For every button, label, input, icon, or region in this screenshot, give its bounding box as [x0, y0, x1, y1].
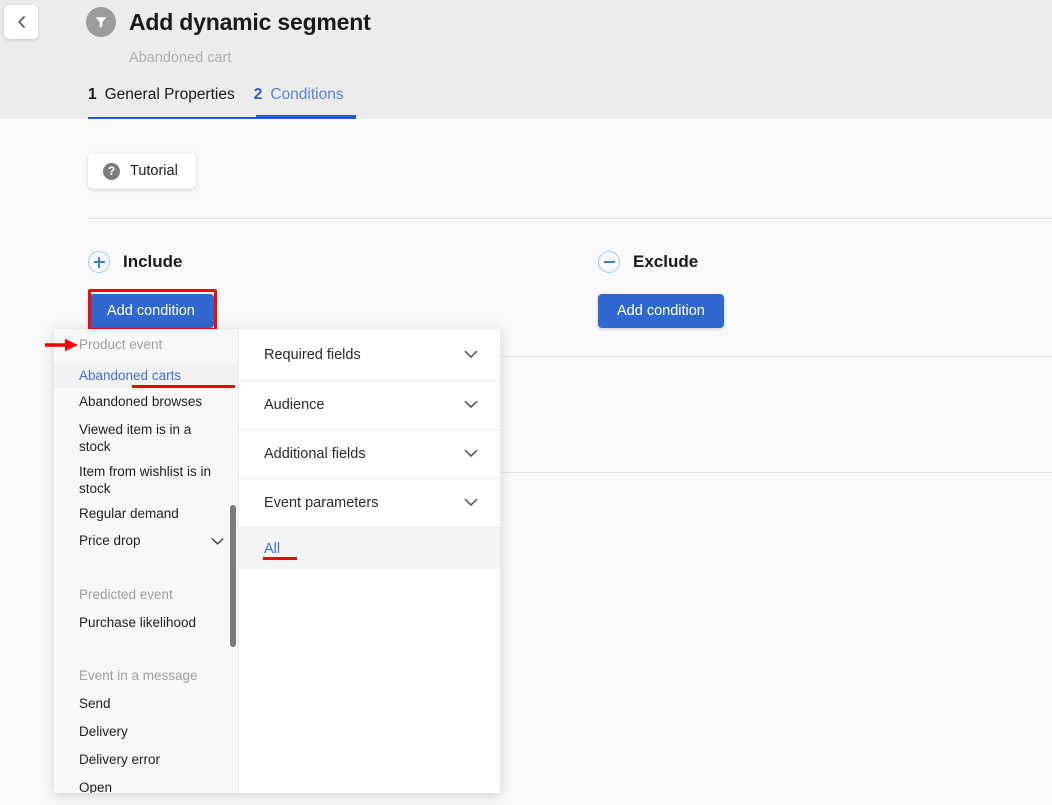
dropdown-item-regular-demand[interactable]: Regular demand — [54, 505, 238, 522]
dropdown-item-label: Delivery — [79, 724, 128, 739]
include-section: Include Add condition — [88, 251, 214, 328]
dropdown-item-label: Item from wishlist is in stock — [79, 464, 212, 496]
condition-dropdown: Product event Abandoned carts Abandoned … — [54, 329, 500, 793]
exclude-title: Exclude — [633, 252, 699, 271]
dropdown-item-wishlist-item-in-stock[interactable]: Item from wishlist is in stock — [54, 463, 238, 497]
dropdown-item-label: Viewed item is in a stock — [79, 422, 192, 454]
dropdown-row-label: Audience — [264, 397, 325, 413]
dropdown-item-viewed-item-in-stock[interactable]: Viewed item is in a stock — [54, 421, 238, 455]
chevron-down-icon[interactable] — [464, 347, 478, 363]
page-title: Add dynamic segment — [129, 8, 371, 35]
title-row: Add dynamic segment — [86, 7, 371, 37]
group-label-predicted-event: Predicted event — [79, 587, 173, 602]
dropdown-row-required-fields[interactable]: Required fields — [239, 329, 500, 381]
include-header: Include — [88, 251, 214, 273]
funnel-icon — [86, 7, 116, 37]
dropdown-item-open[interactable]: Open — [54, 779, 238, 793]
dropdown-item-label: Abandoned browses — [79, 394, 203, 409]
group-label-event-in-message: Event in a message — [79, 668, 198, 683]
dropdown-row-label: All — [264, 540, 281, 557]
dropdown-scrollbar[interactable] — [230, 505, 236, 647]
page-subtitle: Abandoned cart — [129, 50, 232, 66]
tab-general-properties[interactable]: 1 General Properties — [88, 86, 235, 113]
dropdown-row-label: Required fields — [264, 346, 361, 363]
include-title: Include — [123, 252, 183, 271]
chevron-down-icon[interactable] — [464, 397, 478, 413]
chevron-down-icon[interactable] — [464, 495, 478, 511]
divider-top — [88, 218, 1052, 219]
dropdown-item-label: Delivery error — [79, 752, 161, 767]
dropdown-item-price-drop[interactable]: Price drop — [54, 532, 238, 549]
tab-number: 2 — [253, 86, 263, 103]
dropdown-event-list[interactable]: Product event Abandoned carts Abandoned … — [54, 329, 238, 793]
dropdown-item-label: Regular demand — [79, 506, 179, 521]
include-add-condition-button[interactable]: Add condition — [88, 294, 214, 328]
tutorial-label: Tutorial — [130, 163, 178, 179]
dropdown-row-additional-fields[interactable]: Additional fields — [239, 430, 500, 479]
all-underline-annotation — [263, 557, 297, 560]
dropdown-row-all[interactable]: All — [239, 528, 500, 569]
tab-conditions[interactable]: 2 Conditions — [254, 86, 344, 113]
question-mark-icon: ? — [103, 162, 120, 180]
page-header: Add dynamic segment Abandoned cart 1 Gen… — [0, 0, 1052, 119]
chevron-left-icon — [16, 15, 27, 29]
exclude-add-condition-button[interactable]: Add condition — [598, 294, 724, 328]
dropdown-item-label: Open — [79, 780, 113, 793]
dropdown-item-purchase-likelihood[interactable]: Purchase likelihood — [54, 614, 238, 631]
exclude-section: Exclude Add condition — [598, 251, 724, 328]
minus-circle-icon — [598, 251, 620, 273]
abandoned-carts-underline-annotation — [132, 385, 235, 388]
dropdown-item-delivery[interactable]: Delivery — [54, 723, 238, 740]
dropdown-item-send[interactable]: Send — [54, 695, 238, 712]
chevron-down-icon[interactable] — [211, 532, 224, 549]
dropdown-item-abandoned-browses[interactable]: Abandoned browses — [54, 393, 238, 410]
dropdown-field-list[interactable]: Required fields Audience Additional fiel… — [238, 329, 500, 793]
dropdown-item-label: Price drop — [79, 533, 141, 548]
dropdown-row-label: Event parameters — [264, 495, 379, 511]
tab-label: Conditions — [270, 86, 344, 103]
plus-circle-icon — [88, 251, 110, 273]
tab-label: General Properties — [104, 86, 235, 103]
dropdown-item-label: Abandoned carts — [79, 368, 182, 383]
wizard-tabs: 1 General Properties 2 Conditions — [88, 86, 344, 113]
tab-number: 1 — [88, 86, 97, 103]
dropdown-row-audience[interactable]: Audience — [239, 381, 500, 430]
dropdown-item-delivery-error[interactable]: Delivery error — [54, 751, 238, 768]
dropdown-item-label: Purchase likelihood — [79, 615, 197, 630]
chevron-down-icon[interactable] — [464, 446, 478, 462]
back-button[interactable] — [4, 5, 38, 39]
tutorial-button[interactable]: ? Tutorial — [88, 153, 196, 189]
dropdown-item-label: Send — [79, 696, 111, 711]
dropdown-row-event-parameters[interactable]: Event parameters — [239, 479, 500, 528]
dropdown-row-label: Additional fields — [264, 446, 366, 462]
exclude-header: Exclude — [598, 251, 724, 273]
red-arrow-annotation — [45, 338, 79, 352]
